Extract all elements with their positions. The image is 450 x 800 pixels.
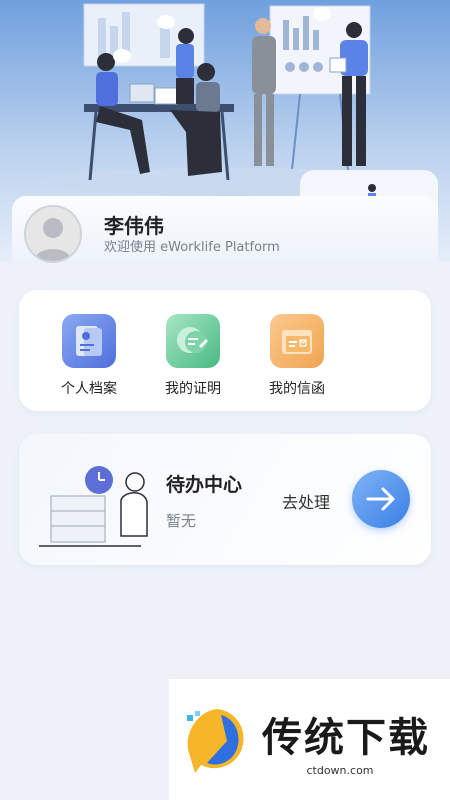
watermark-brand: 传统下载 [262,715,430,761]
menu-label-letters: 我的信函 [269,381,325,397]
menu-label-certificate: 我的证明 [165,381,221,397]
todo-action-label[interactable]: 去处理 [282,489,330,513]
watermark-logo [187,709,244,773]
todo-status: 暂无 [166,512,197,530]
menu-item-profile[interactable]: 个人档案 [39,314,139,398]
watermark-url: ctdown.com [306,764,374,777]
arrow-right-icon [366,487,395,511]
avatar[interactable] [24,205,82,263]
user-silhouette-icon [34,218,72,261]
go-process-button[interactable] [352,470,410,528]
todo-illustration [39,466,148,547]
user-name: 李伟伟 [104,214,164,238]
profile-folder-icon [62,314,116,368]
certificate-edit-icon [166,314,220,368]
menu-item-letters[interactable]: 我的信函 [247,314,347,398]
menu-label-profile: 个人档案 [61,381,117,397]
quick-menu-card: 个人档案 我的证明 我的信函 [19,290,431,411]
letter-envelope-icon [270,314,324,368]
todo-title: 待办中心 [166,474,243,496]
menu-item-certificate[interactable]: 我的证明 [143,314,243,398]
welcome-text: 欢迎使用 eWorklife Platform [104,240,280,255]
